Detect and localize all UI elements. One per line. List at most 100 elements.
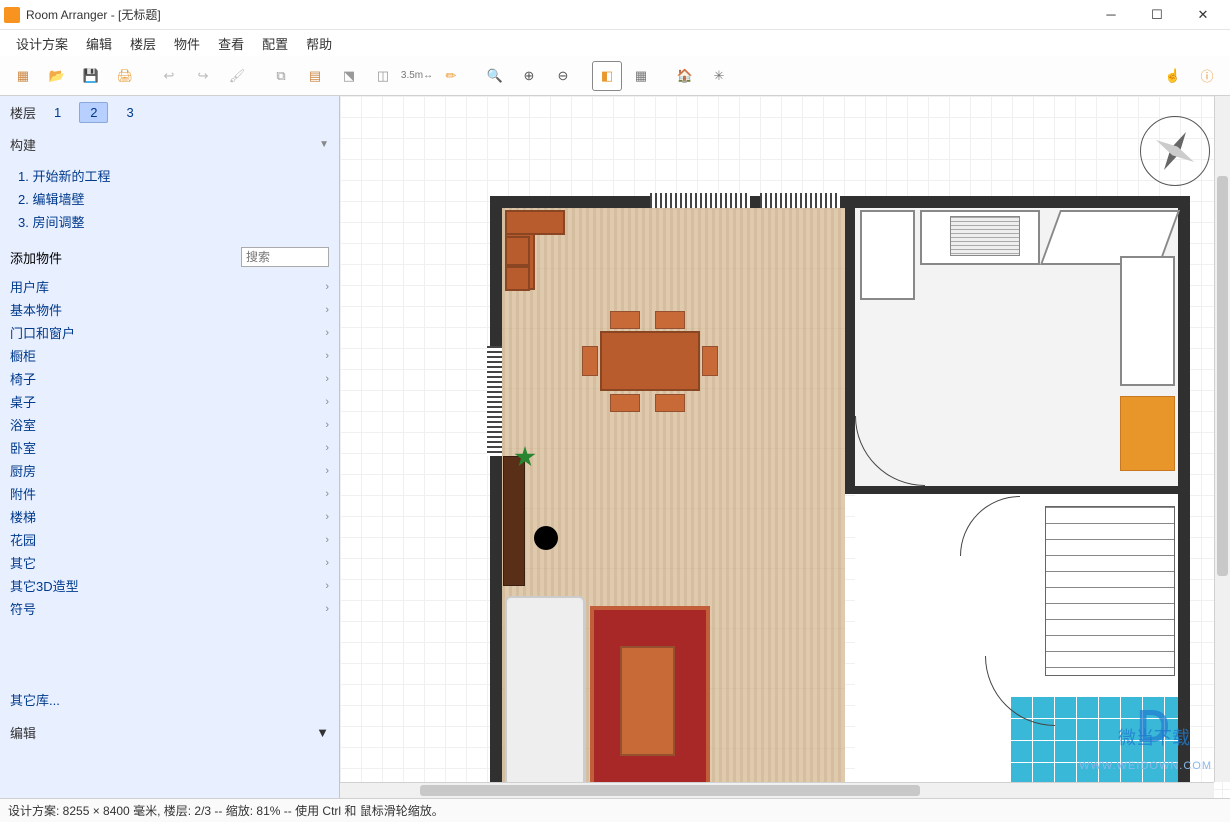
cat-doors-windows[interactable]: 门口和窗户› (10, 321, 329, 344)
window-title: Room Arranger - [无标题] (26, 6, 1088, 23)
cat-bathroom[interactable]: 浴室› (10, 413, 329, 436)
status-text: 设计方案: 8255 × 8400 毫米, 楼层: 2/3 -- 缩放: 81%… (8, 802, 444, 819)
menu-view[interactable]: 查看 (210, 30, 252, 57)
chevron-right-icon: › (325, 350, 329, 362)
sidebar: 楼层 1 2 3 构建 ▼ 1. 开始新的工程 2. 编辑墙壁 3. 房间调整 … (0, 96, 340, 798)
zoom-in-icon[interactable]: ⊕ (514, 61, 544, 91)
cat-user-lib[interactable]: 用户库› (10, 275, 329, 298)
wall-icon[interactable]: ▤ (300, 61, 330, 91)
chevron-right-icon: › (325, 396, 329, 408)
cat-tables[interactable]: 桌子› (10, 390, 329, 413)
build-title: 构建 (10, 135, 36, 154)
window-controls: ─ ☐ ✕ (1088, 0, 1226, 30)
menu-help[interactable]: 帮助 (298, 30, 340, 57)
render-settings-icon[interactable]: ✳ (704, 61, 734, 91)
chevron-right-icon: › (325, 373, 329, 385)
canvas[interactable]: D 微当下载 WWW.WEIDOWN.COM (340, 96, 1230, 798)
chevron-down-icon: ▼ (316, 725, 329, 740)
cat-other[interactable]: 其它› (10, 551, 329, 574)
search-input[interactable] (241, 247, 329, 267)
chevron-right-icon: › (325, 419, 329, 431)
cat-cabinets[interactable]: 橱柜› (10, 344, 329, 367)
scroll-thumb[interactable] (420, 785, 920, 796)
floorplan[interactable] (490, 196, 1190, 796)
step-new-project[interactable]: 1. 开始新的工程 (18, 164, 329, 187)
layer-2[interactable]: 2 (79, 102, 108, 123)
chevron-right-icon: › (325, 603, 329, 615)
dimension-icon[interactable]: 3.5m↔ (402, 61, 432, 91)
add-objects-label: 添加物件 (10, 248, 62, 267)
build-steps: 1. 开始新的工程 2. 编辑墙壁 3. 房间调整 (0, 160, 339, 241)
scrollbar-horizontal[interactable] (340, 782, 1214, 798)
layers-label: 楼层 (10, 103, 36, 122)
list-3d-icon[interactable]: ▦ (626, 61, 656, 91)
watermark-name: 微当下载 (1118, 724, 1190, 750)
view-3d-icon[interactable]: ◧ (592, 61, 622, 91)
chevron-right-icon: › (325, 534, 329, 546)
toolbar: ▦ 📂 💾 🖨 ↩ ↪ 🖌 ⧉ ▤ ⬔ ◫ 3.5m↔ ✏ 🔍 ⊕ ⊖ ◧ ▦ … (0, 56, 1230, 96)
scrollbar-vertical[interactable] (1214, 96, 1230, 782)
minimize-button[interactable]: ─ (1088, 0, 1134, 30)
categories-list: 用户库› 基本物件› 门口和窗户› 橱柜› 椅子› 桌子› 浴室› 卧室› 厨房… (0, 273, 339, 682)
app-icon (4, 7, 20, 23)
undo-icon[interactable]: ↩ (154, 61, 184, 91)
build-header[interactable]: 构建 ▼ (0, 129, 339, 160)
other-libraries-link[interactable]: 其它库... (0, 682, 339, 717)
chevron-down-icon: ▼ (319, 139, 329, 150)
zoom-fit-icon[interactable]: 🔍 (480, 61, 510, 91)
open-icon[interactable]: 📂 (42, 61, 72, 91)
print-icon[interactable]: 🖨 (110, 61, 140, 91)
chevron-right-icon: › (325, 304, 329, 316)
titlebar: Room Arranger - [无标题] ─ ☐ ✕ (0, 0, 1230, 30)
menu-config[interactable]: 配置 (254, 30, 296, 57)
layer-3[interactable]: 3 (116, 103, 143, 122)
chevron-right-icon: › (325, 465, 329, 477)
edit-header[interactable]: 编辑 ▼ (0, 717, 339, 748)
menu-floor[interactable]: 楼层 (122, 30, 164, 57)
watermark-url: WWW.WEIDOWN.COM (1079, 760, 1212, 772)
cat-kitchen[interactable]: 厨房› (10, 459, 329, 482)
brush-icon[interactable]: 🖌 (222, 61, 252, 91)
cat-garden[interactable]: 花园› (10, 528, 329, 551)
maximize-button[interactable]: ☐ (1134, 0, 1180, 30)
chevron-right-icon: › (325, 327, 329, 339)
help-icon[interactable]: ⓘ (1192, 61, 1222, 91)
scroll-thumb[interactable] (1217, 176, 1228, 576)
add-objects-row: 添加物件 (0, 241, 339, 273)
cube-icon[interactable]: ◫ (368, 61, 398, 91)
statusbar: 设计方案: 8255 × 8400 毫米, 楼层: 2/3 -- 缩放: 81%… (0, 798, 1230, 822)
step-edit-walls[interactable]: 2. 编辑墙壁 (18, 187, 329, 210)
home-icon[interactable]: 🏠 (670, 61, 700, 91)
edit-title: 编辑 (10, 723, 36, 742)
cat-accessories[interactable]: 附件› (10, 482, 329, 505)
main-area: 楼层 1 2 3 构建 ▼ 1. 开始新的工程 2. 编辑墙壁 3. 房间调整 … (0, 96, 1230, 798)
touch-icon[interactable]: ☝ (1158, 61, 1188, 91)
menu-design[interactable]: 设计方案 (8, 30, 76, 57)
chevron-right-icon: › (325, 488, 329, 500)
menu-object[interactable]: 物件 (166, 30, 208, 57)
zoom-out-icon[interactable]: ⊖ (548, 61, 578, 91)
chevron-right-icon: › (325, 442, 329, 454)
cat-bedroom[interactable]: 卧室› (10, 436, 329, 459)
chevron-right-icon: › (325, 557, 329, 569)
layer-1[interactable]: 1 (44, 103, 71, 122)
measure-corner-icon[interactable]: ⬔ (334, 61, 364, 91)
cat-chairs[interactable]: 椅子› (10, 367, 329, 390)
compass-icon (1140, 116, 1210, 186)
copy-area-icon[interactable]: ⧉ (266, 61, 296, 91)
chevron-right-icon: › (325, 281, 329, 293)
step-room-adjust[interactable]: 3. 房间调整 (18, 210, 329, 233)
chevron-right-icon: › (325, 580, 329, 592)
cat-symbols[interactable]: 符号› (10, 597, 329, 620)
new-icon[interactable]: ▦ (8, 61, 38, 91)
layers-row: 楼层 1 2 3 (0, 96, 339, 129)
cat-other-3d[interactable]: 其它3D造型› (10, 574, 329, 597)
cat-stairs[interactable]: 楼梯› (10, 505, 329, 528)
marker-icon[interactable]: ✏ (436, 61, 466, 91)
close-button[interactable]: ✕ (1180, 0, 1226, 30)
redo-icon[interactable]: ↪ (188, 61, 218, 91)
chevron-right-icon: › (325, 511, 329, 523)
save-icon[interactable]: 💾 (76, 61, 106, 91)
menu-edit[interactable]: 编辑 (78, 30, 120, 57)
cat-basic[interactable]: 基本物件› (10, 298, 329, 321)
